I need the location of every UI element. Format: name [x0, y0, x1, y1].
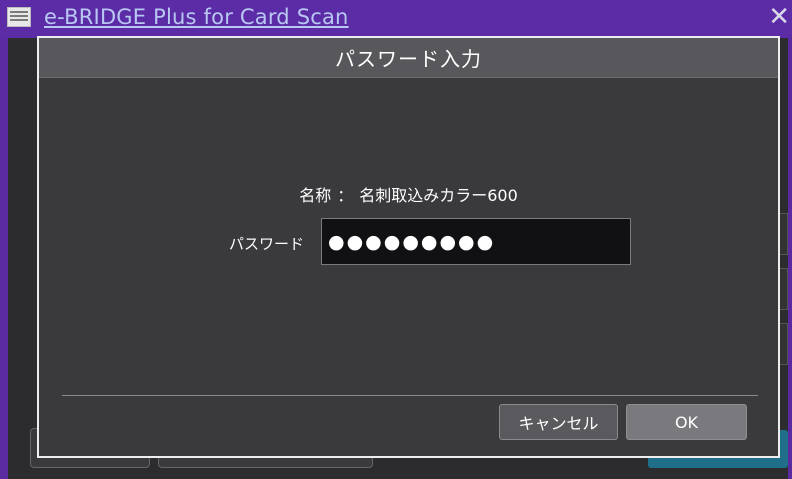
password-input[interactable]: ●●●●●●●●●: [321, 218, 631, 265]
name-value: 名刺取込みカラー600: [359, 186, 518, 205]
close-icon[interactable]: ✕: [768, 4, 790, 30]
app-icon: [7, 7, 31, 27]
name-label: 名称: [299, 186, 332, 205]
title-bar: e-BRIDGE Plus for Card Scan ✕: [0, 0, 792, 38]
background-scroll-segment: [779, 323, 788, 365]
cancel-button[interactable]: キャンセル: [499, 404, 618, 440]
background-scroll-segment: [779, 213, 788, 255]
password-label: パスワード: [229, 235, 305, 253]
dialog-title: パスワード入力: [335, 47, 482, 71]
divider: [62, 395, 758, 396]
password-dialog: パスワード入力 名称 ： 名刺取込みカラー600 パスワード ●●●●●●●●● キ…: [37, 36, 780, 458]
window-title: e-BRIDGE Plus for Card Scan: [44, 5, 349, 29]
name-separator: ：: [337, 186, 354, 205]
ok-button[interactable]: OK: [626, 404, 747, 440]
dialog-header: パスワード入力: [39, 38, 778, 78]
name-row: 名称 ： 名刺取込みカラー600: [39, 182, 778, 206]
background-scroll-segment: [779, 268, 788, 310]
